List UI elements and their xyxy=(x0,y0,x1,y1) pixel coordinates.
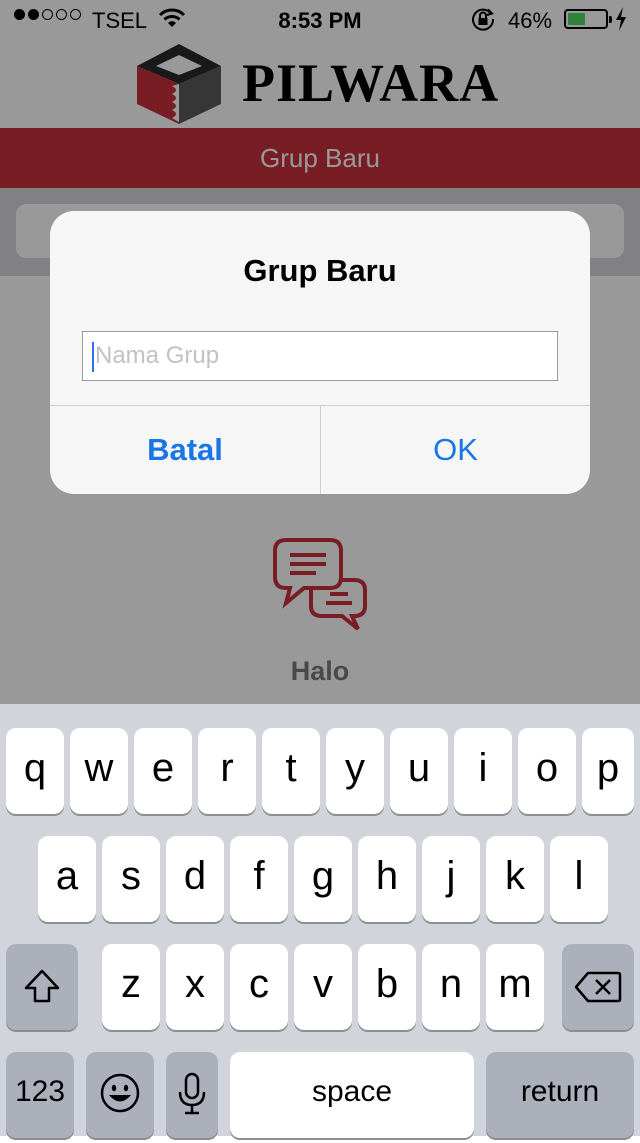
key-q[interactable]: q xyxy=(6,728,64,814)
key-x[interactable]: x xyxy=(166,944,224,1030)
key-m[interactable]: m xyxy=(486,944,544,1030)
new-group-alert: Grup Baru Batal OK xyxy=(50,211,590,494)
key-t[interactable]: t xyxy=(262,728,320,814)
key-p[interactable]: p xyxy=(582,728,634,814)
key-r[interactable]: r xyxy=(198,728,256,814)
keyboard: q w e r t y u i o p a s d f g h j k l z … xyxy=(0,704,640,1138)
text-cursor xyxy=(92,342,94,372)
alert-title: Grup Baru xyxy=(243,253,397,288)
key-s[interactable]: s xyxy=(102,836,160,922)
emoji-key[interactable] xyxy=(86,1052,154,1138)
key-a[interactable]: a xyxy=(38,836,96,922)
key-y[interactable]: y xyxy=(326,728,384,814)
backspace-icon xyxy=(574,971,622,1003)
key-u[interactable]: u xyxy=(390,728,448,814)
key-i[interactable]: i xyxy=(454,728,512,814)
key-b[interactable]: b xyxy=(358,944,416,1030)
key-c[interactable]: c xyxy=(230,944,288,1030)
key-o[interactable]: o xyxy=(518,728,576,814)
key-e[interactable]: e xyxy=(134,728,192,814)
key-g[interactable]: g xyxy=(294,836,352,922)
group-name-field xyxy=(82,331,558,381)
key-l[interactable]: l xyxy=(550,836,608,922)
key-w[interactable]: w xyxy=(70,728,128,814)
microphone-icon xyxy=(178,1072,206,1115)
cancel-button[interactable]: Batal xyxy=(50,406,320,494)
key-n[interactable]: n xyxy=(422,944,480,1030)
shift-icon xyxy=(24,969,60,1003)
emoji-icon xyxy=(100,1073,140,1113)
numbers-key[interactable]: 123 xyxy=(6,1052,74,1138)
key-d[interactable]: d xyxy=(166,836,224,922)
key-v[interactable]: v xyxy=(294,944,352,1030)
return-key[interactable]: return xyxy=(486,1052,634,1138)
key-f[interactable]: f xyxy=(230,836,288,922)
key-j[interactable]: j xyxy=(422,836,480,922)
space-key[interactable]: space xyxy=(230,1052,474,1138)
backspace-key[interactable] xyxy=(562,944,634,1030)
ok-button[interactable]: OK xyxy=(321,406,590,494)
shift-key[interactable] xyxy=(6,944,78,1030)
key-k[interactable]: k xyxy=(486,836,544,922)
key-h[interactable]: h xyxy=(358,836,416,922)
group-name-input[interactable] xyxy=(83,332,557,380)
microphone-key[interactable] xyxy=(166,1052,218,1138)
key-z[interactable]: z xyxy=(102,944,160,1030)
